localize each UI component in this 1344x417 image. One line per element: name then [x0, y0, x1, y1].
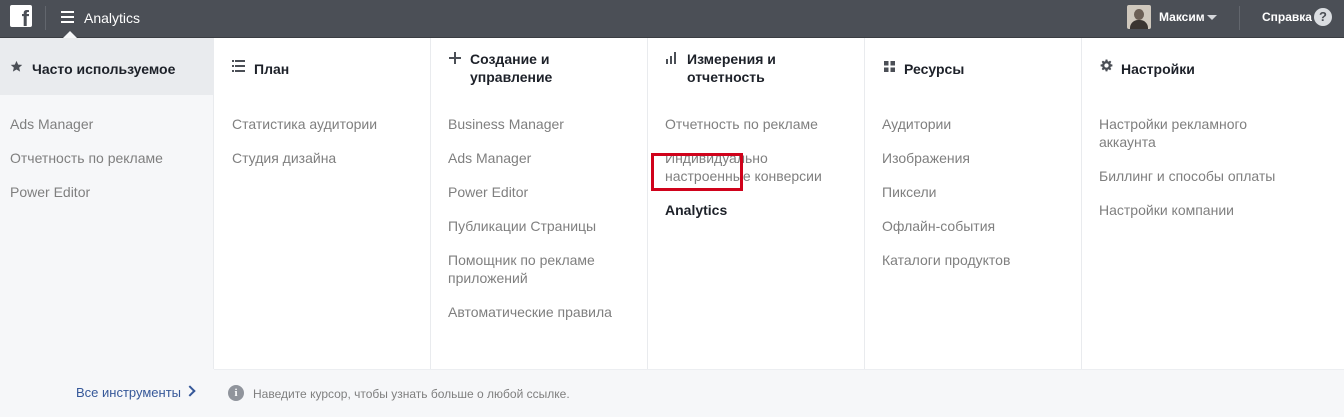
footer-hint: i Наведите курсор, чтобы узнать больше о… — [214, 369, 1344, 417]
menu-item-billing[interactable]: Биллинг и способы оплаты — [1099, 167, 1299, 185]
menu-item-audiences[interactable]: Аудитории — [882, 115, 1082, 133]
analytics-highlight-box — [651, 153, 743, 191]
menu-item-ad-account-settings[interactable]: Настройки рекламного аккаунта — [1099, 115, 1299, 151]
column-measure-report: Измерения и отчетность Отчетность по рек… — [648, 38, 865, 369]
divider — [1239, 6, 1240, 30]
column-plan: План Статистика аудитории Студия дизайна — [214, 38, 431, 369]
menu-item-business-settings[interactable]: Настройки компании — [1099, 201, 1299, 219]
divider — [45, 6, 46, 30]
menu-item-creative-hub[interactable]: Студия дизайна — [232, 149, 432, 167]
menu-item-pixels[interactable]: Пиксели — [882, 183, 1082, 201]
menu-item-ads-reporting[interactable]: Отчетность по рекламе — [665, 115, 845, 133]
footer-all-tools: Все инструменты — [0, 369, 214, 417]
menu-item-analytics[interactable]: Analytics — [665, 201, 845, 219]
hint-text: Наведите курсор, чтобы узнать больше о л… — [253, 387, 570, 401]
plus-icon — [449, 52, 461, 64]
help-link[interactable]: Справка — [1262, 10, 1312, 24]
facebook-logo-icon[interactable]: f — [10, 5, 32, 27]
menu-item-app-ads-helper[interactable]: Помощник по рекламе приложений — [448, 251, 628, 287]
column-title: Часто используемое — [32, 61, 176, 77]
info-icon: i — [228, 385, 244, 401]
menu-item-audience-insights[interactable]: Статистика аудитории — [232, 115, 432, 133]
grid-icon — [884, 61, 895, 72]
column-title: Настройки — [1121, 61, 1195, 77]
chevron-right-icon[interactable] — [184, 385, 196, 397]
menu-item-power-editor[interactable]: Power Editor — [448, 183, 628, 201]
tools-menu: Часто используемое Ads Manager Отчетност… — [0, 38, 1344, 417]
top-bar: f Analytics Максим Справка ? — [0, 0, 1344, 38]
menu-item-ads-reporting[interactable]: Отчетность по рекламе — [10, 149, 210, 167]
avatar[interactable] — [1127, 5, 1151, 29]
menu-item-ads-manager[interactable]: Ads Manager — [10, 115, 210, 133]
menu-item-ads-manager[interactable]: Ads Manager — [448, 149, 628, 167]
column-title: План — [254, 61, 290, 77]
app-title[interactable]: Analytics — [84, 9, 140, 27]
menu-item-images[interactable]: Изображения — [882, 149, 1082, 167]
menu-item-business-manager[interactable]: Business Manager — [448, 115, 628, 133]
user-name[interactable]: Максим — [1159, 10, 1205, 24]
column-assets: Ресурсы Аудитории Изображения Пиксели Оф… — [865, 38, 1082, 369]
menu-item-automated-rules[interactable]: Автоматические правила — [448, 303, 628, 321]
list-icon — [232, 60, 245, 72]
bar-chart-icon — [666, 52, 676, 64]
menu-caret-icon — [63, 31, 77, 38]
menu-item-power-editor[interactable]: Power Editor — [10, 183, 210, 201]
hamburger-menu-icon[interactable] — [61, 11, 74, 23]
column-settings: Настройки Настройки рекламного аккаунта … — [1082, 38, 1344, 369]
menu-item-offline-events[interactable]: Офлайн-события — [882, 217, 1082, 235]
column-frequently-used: Часто используемое Ads Manager Отчетност… — [0, 38, 214, 369]
gear-icon — [1100, 59, 1113, 72]
column-create-manage: Создание и управление Business Manager A… — [431, 38, 648, 369]
column-title: Измерения и отчетность — [687, 51, 776, 85]
help-icon[interactable]: ? — [1314, 8, 1332, 26]
star-icon — [10, 60, 23, 72]
chevron-down-icon[interactable] — [1207, 15, 1217, 20]
menu-item-product-catalogs[interactable]: Каталоги продуктов — [882, 251, 1082, 269]
column-title: Создание и управление — [470, 51, 553, 85]
menu-item-page-posts[interactable]: Публикации Страницы — [448, 217, 628, 235]
column-title: Ресурсы — [904, 61, 965, 77]
all-tools-link[interactable]: Все инструменты — [76, 385, 181, 401]
